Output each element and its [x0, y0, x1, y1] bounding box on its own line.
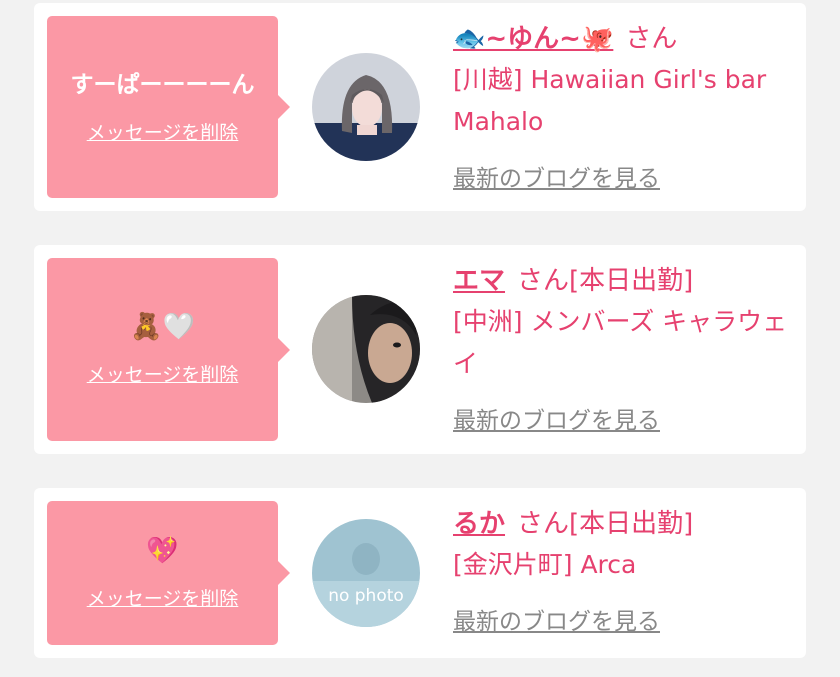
honorific: さん [517, 266, 570, 296]
attendance-status: [本日出勤] [569, 266, 694, 296]
message-text: すーぱーーーーん [70, 71, 255, 98]
message-card: すーぱーーーーん メッセージを削除 🐟~ゆん~🐙 さん [川越] Hawaiian… [34, 3, 806, 211]
avatar[interactable] [312, 295, 420, 403]
attendance-status: [本日出勤] [569, 509, 694, 539]
avatar[interactable]: no photo [312, 519, 420, 627]
cast-info: るか さん[本日出勤] [金沢片町] Arca 最新のブログを見る [453, 504, 793, 636]
latest-blog-link[interactable]: 最新のブログを見る [453, 159, 660, 193]
delete-message-link[interactable]: メッセージを削除 [87, 118, 239, 145]
name-line: 🐟~ゆん~🐙 さん [453, 19, 793, 59]
cast-info: 🐟~ゆん~🐙 さん [川越] Hawaiian Girl's bar Mahalo… [453, 19, 793, 193]
no-photo-icon: no photo [312, 519, 420, 627]
name-line: エマ さん[本日出勤] [453, 261, 793, 301]
store-name: [川越] Hawaiian Girl's bar Mahalo [453, 65, 767, 136]
cast-info: エマ さん[本日出勤] [中洲] メンバーズ キャラウェイ 最新のブログを見る [453, 261, 793, 435]
delete-message-link[interactable]: メッセージを削除 [87, 360, 239, 387]
store-name: [中洲] メンバーズ キャラウェイ [453, 307, 788, 378]
cast-name-link[interactable]: エマ [453, 266, 505, 296]
message-bubble: すーぱーーーーん メッセージを削除 [47, 16, 290, 198]
name-line: るか さん[本日出勤] [453, 504, 793, 544]
latest-blog-link[interactable]: 最新のブログを見る [453, 602, 660, 636]
message-bubble: 🧸🤍 メッセージを削除 [47, 258, 290, 441]
cast-name-link[interactable]: 🐟~ゆん~🐙 [453, 24, 613, 54]
avatar-photo-icon [312, 295, 420, 403]
cast-name-link[interactable]: るか [453, 509, 505, 539]
message-text: 🧸🤍 [130, 312, 195, 342]
avatar[interactable] [312, 53, 420, 161]
message-text: 💖 [146, 535, 179, 566]
delete-message-link[interactable]: メッセージを削除 [87, 584, 239, 611]
message-card: 💖 メッセージを削除 no photo るか さん[本日出勤] [金沢片町] Ar… [34, 488, 806, 658]
store-name: [金沢片町] Arca [453, 550, 637, 579]
message-bubble: 💖 メッセージを削除 [47, 501, 290, 645]
honorific: さん [517, 509, 570, 539]
honorific: さん [625, 24, 678, 54]
avatar-photo-icon [312, 53, 420, 161]
latest-blog-link[interactable]: 最新のブログを見る [453, 401, 660, 435]
no-photo-label: no photo [328, 586, 404, 606]
message-card: 🧸🤍 メッセージを削除 エマ さん[本日出勤] [中洲] メンバーズ キャラウェイ… [34, 245, 806, 454]
